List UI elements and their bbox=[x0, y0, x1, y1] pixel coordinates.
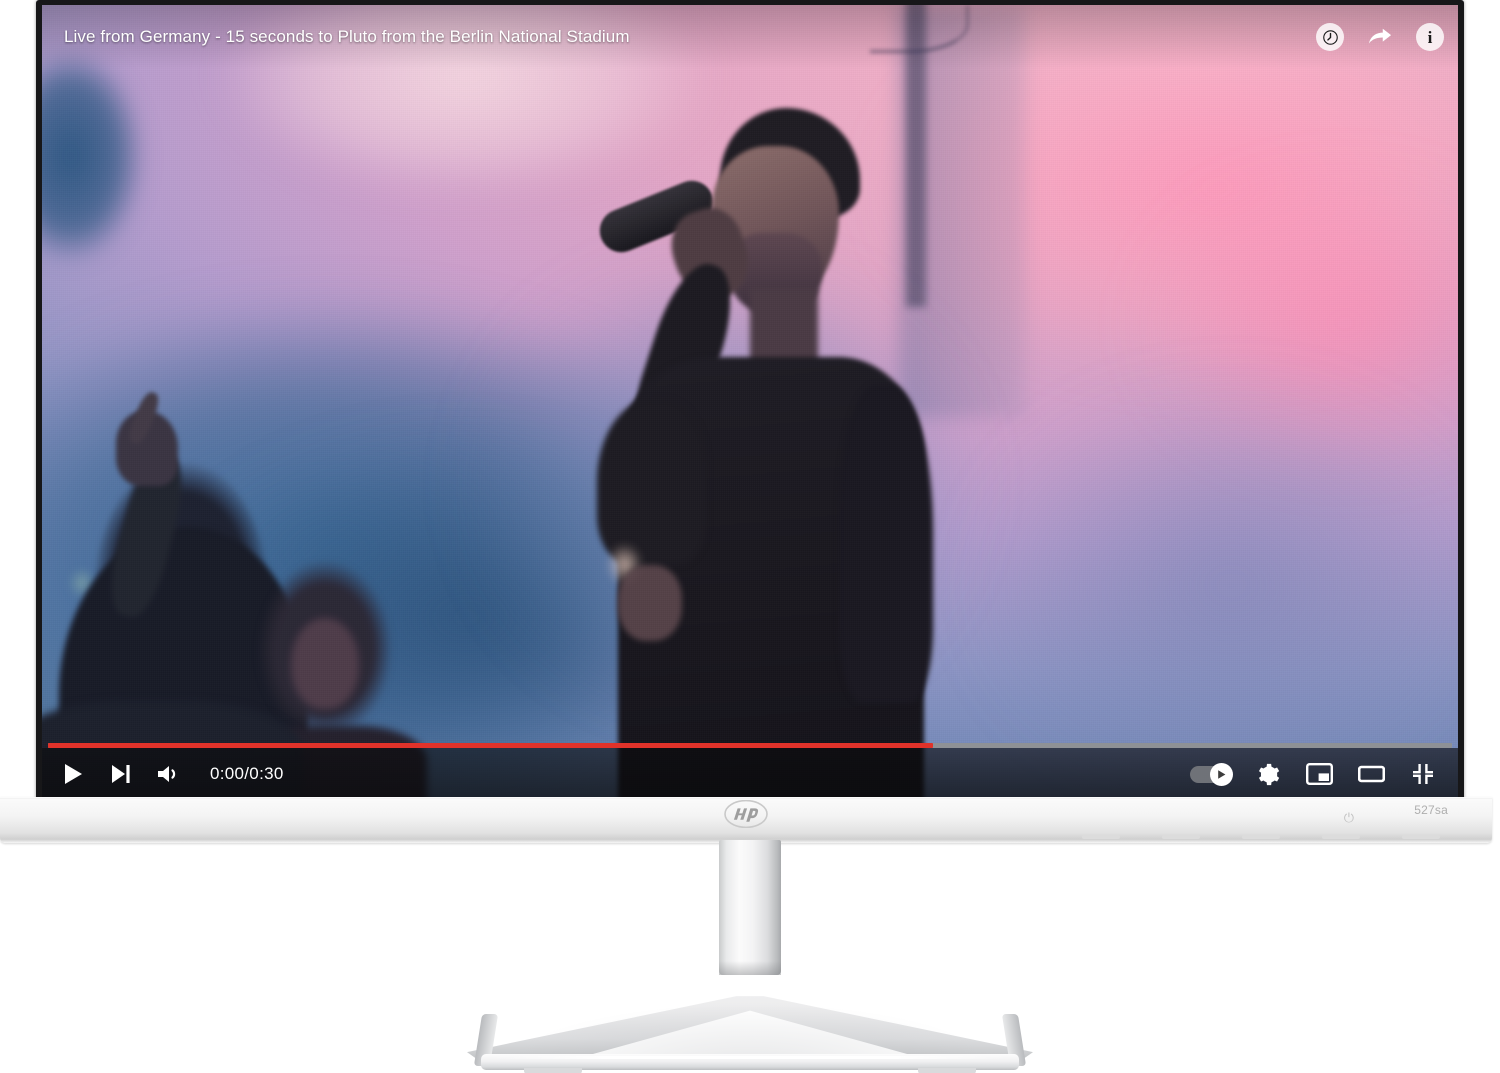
fullscreen-button[interactable] bbox=[1408, 759, 1438, 789]
hp-logo-icon bbox=[723, 799, 769, 829]
theater-button[interactable] bbox=[1356, 759, 1386, 789]
autoplay-toggle[interactable] bbox=[1190, 762, 1233, 786]
video-title: Live from Germany - 15 seconds to Pluto … bbox=[64, 27, 630, 46]
info-icon[interactable]: i bbox=[1416, 23, 1444, 51]
volume-button[interactable] bbox=[154, 759, 184, 789]
monitor-stand-neck bbox=[719, 840, 781, 975]
progress-played bbox=[48, 743, 933, 748]
autoplay-knob bbox=[1210, 762, 1233, 786]
progress-track[interactable] bbox=[48, 743, 1452, 748]
title-action-group: i bbox=[1316, 23, 1444, 51]
time-display: 0:00/0:30 bbox=[210, 764, 284, 783]
watch-later-icon[interactable] bbox=[1316, 23, 1344, 51]
osd-button[interactable] bbox=[1242, 835, 1280, 839]
video-frame-image bbox=[42, 5, 1458, 800]
player-controls: 0:00/0:30 bbox=[42, 743, 1458, 800]
monitor-stand-base bbox=[467, 958, 1033, 1073]
osd-button[interactable] bbox=[1162, 835, 1200, 839]
share-icon[interactable] bbox=[1366, 23, 1394, 51]
osd-button-notches[interactable] bbox=[1082, 835, 1440, 839]
player-title-bar: Live from Germany - 15 seconds to Pluto … bbox=[42, 5, 1458, 69]
progress-bar-row bbox=[42, 743, 1458, 748]
next-button[interactable] bbox=[106, 759, 136, 789]
screenshot-root: Live from Germany - 15 seconds to Pluto … bbox=[0, 0, 1500, 1073]
control-bar: 0:00/0:30 bbox=[42, 748, 1458, 800]
osd-button[interactable] bbox=[1402, 835, 1440, 839]
settings-button[interactable] bbox=[1252, 759, 1282, 789]
miniplayer-button[interactable] bbox=[1304, 759, 1334, 789]
control-bar-left: 0:00/0:30 bbox=[58, 759, 284, 789]
crowd-silhouettes bbox=[42, 387, 608, 800]
monitor-model-label: 527sa bbox=[1414, 803, 1448, 817]
play-button[interactable] bbox=[58, 759, 88, 789]
info-letter: i bbox=[1427, 27, 1433, 47]
osd-button[interactable] bbox=[1322, 835, 1360, 839]
control-bar-right bbox=[1190, 759, 1438, 789]
osd-button[interactable] bbox=[1082, 835, 1120, 839]
singer-silhouette bbox=[559, 108, 984, 800]
monitor-bottom-bezel: ⏻ 527sa bbox=[0, 797, 1492, 843]
monitor-screen: Live from Germany - 15 seconds to Pluto … bbox=[42, 5, 1458, 800]
power-icon[interactable]: ⏻ bbox=[1344, 811, 1354, 824]
